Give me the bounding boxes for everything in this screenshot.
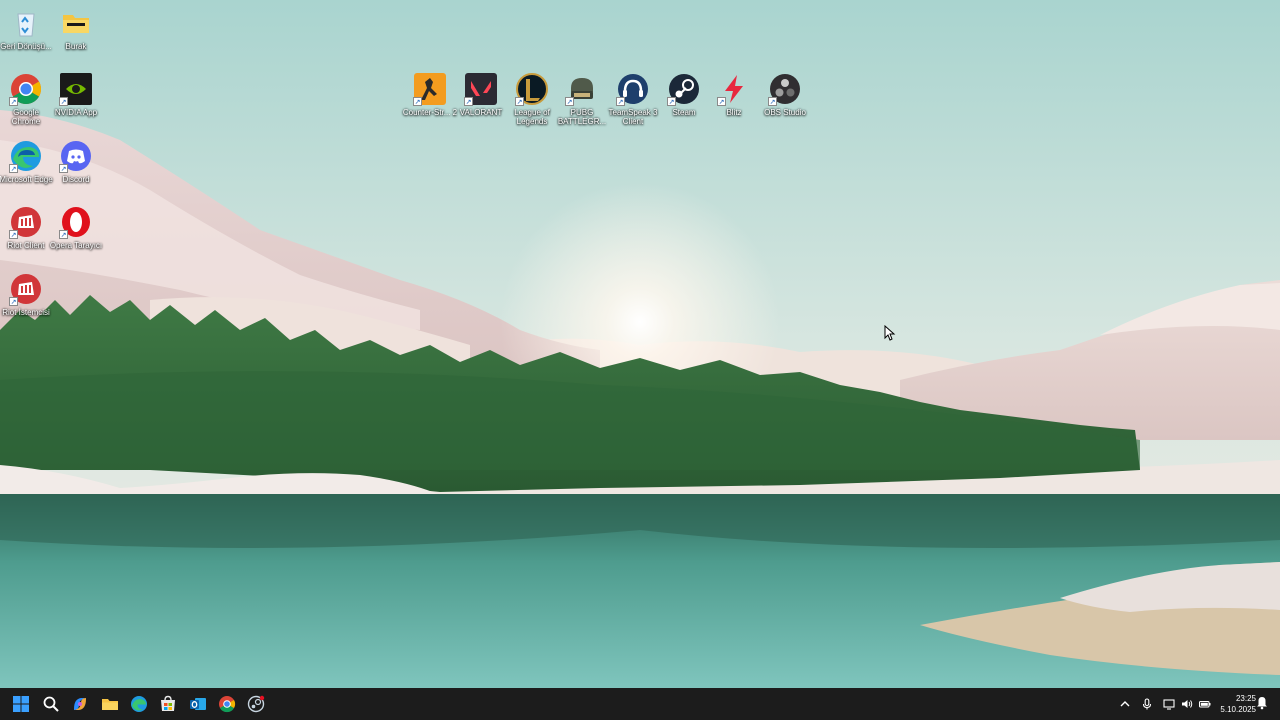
desktop-icon-label: VALORANT — [459, 108, 503, 117]
shortcut-arrow-icon: ↗ — [515, 97, 524, 106]
riot-client-icon: ↗ — [9, 272, 43, 306]
search-icon — [43, 696, 59, 712]
search-button[interactable] — [39, 692, 63, 716]
desktop-icon-nvidia-app[interactable]: ↗ NVIDIA App — [50, 72, 102, 117]
desktop-icon-label: Opera Tarayıcı — [49, 241, 103, 250]
display-button[interactable] — [1161, 696, 1177, 712]
desktop-icon-label: Geri Dönüşü... — [0, 42, 52, 51]
desktop-icon-label: League of Legends — [514, 108, 550, 126]
shortcut-arrow-icon: ↗ — [667, 97, 676, 106]
desktop-icon-teamspeak[interactable]: ↗ TeamSpeak 3 Client — [607, 72, 659, 126]
shortcut-arrow-icon: ↗ — [768, 97, 777, 106]
clock-date: 5.10.2025 — [1220, 705, 1256, 714]
teamspeak-icon: ↗ — [616, 72, 650, 106]
file-explorer-button[interactable] — [98, 692, 122, 716]
taskbar: 23:25 5.10.2025 — [0, 688, 1280, 720]
system-tray — [1117, 688, 1213, 720]
desktop-icon-label: PUBG BATTLEGR... — [557, 108, 607, 126]
chrome-icon — [219, 696, 236, 713]
shortcut-arrow-icon: ↗ — [717, 97, 726, 106]
desktop-icon-riot-istemcisi[interactable]: ↗ Riot İstemcisi — [0, 272, 52, 317]
desktop-icon-label: Riot İstemcisi — [2, 308, 50, 317]
desktop-icon-label: Blitz — [726, 108, 742, 117]
discord-icon: ↗ — [59, 139, 93, 173]
shortcut-arrow-icon: ↗ — [616, 97, 625, 106]
edge-icon — [131, 696, 147, 712]
file-explorer-icon — [102, 699, 118, 710]
desktop-icon-valorant[interactable]: ↗ VALORANT — [455, 72, 507, 117]
desktop-icon-counter-strike[interactable]: ↗ Counter-Str... 2 — [402, 72, 458, 117]
desktop-icon-label: NVIDIA App — [54, 108, 98, 117]
desktop-icon-discord[interactable]: ↗ Discord — [50, 139, 102, 184]
show-hidden-icons-button[interactable] — [1117, 696, 1133, 712]
counter-strike-icon: ↗ — [413, 72, 447, 106]
shortcut-arrow-icon: ↗ — [464, 97, 473, 106]
obs-icon: ↗ — [768, 72, 802, 106]
volume-button[interactable] — [1179, 696, 1195, 712]
desktop-icon-label: Microsoft Edge — [0, 175, 53, 184]
chevron-up-icon — [1120, 701, 1130, 707]
riot-client-icon: ↗ — [9, 205, 43, 239]
shortcut-arrow-icon: ↗ — [9, 97, 18, 106]
opera-icon: ↗ — [59, 205, 93, 239]
pubg-icon: ↗ — [565, 72, 599, 106]
shortcut-arrow-icon: ↗ — [565, 97, 574, 106]
desktop-icon-label: Riot Client — [7, 241, 45, 250]
start-button[interactable] — [9, 692, 33, 716]
shortcut-arrow-icon: ↗ — [9, 297, 18, 306]
desktop-icon-obs-studio[interactable]: ↗ OBS Studio — [759, 72, 811, 117]
desktop-icon-label: Steam — [672, 108, 696, 117]
desktop-icon-label: Burak — [65, 42, 87, 51]
steam-icon — [247, 695, 265, 713]
shortcut-arrow-icon: ↗ — [9, 164, 18, 173]
steam-icon: ↗ — [667, 72, 701, 106]
start-icon — [13, 696, 29, 712]
shortcut-arrow-icon: ↗ — [59, 164, 68, 173]
chrome-icon: ↗ — [9, 72, 43, 106]
league-of-legends-icon: ↗ — [515, 72, 549, 106]
desktop-icon-league-of-legends[interactable]: ↗ League of Legends — [506, 72, 558, 126]
microphone-button[interactable] — [1139, 696, 1155, 712]
microphone-icon — [1142, 698, 1152, 710]
edge-taskbar-button[interactable] — [127, 692, 151, 716]
desktop-icon-label: Counter-Str... 2 — [402, 108, 458, 117]
desktop-icon-label: TeamSpeak 3 Client — [608, 108, 658, 126]
desktop-icon-blitz[interactable]: ↗ Blitz — [708, 72, 760, 117]
clock-time: 23:25 — [1235, 694, 1256, 703]
outlook-button[interactable] — [186, 692, 210, 716]
steam-taskbar-button[interactable] — [244, 692, 268, 716]
desktop-icon-label: OBS Studio — [764, 108, 806, 117]
desktop-icon-opera[interactable]: ↗ Opera Tarayıcı — [50, 205, 102, 250]
blitz-icon: ↗ — [717, 72, 751, 106]
desktop-icon-label: Google Chrome — [11, 108, 41, 126]
shortcut-arrow-icon: ↗ — [413, 97, 422, 106]
notification-bell-icon[interactable] — [1256, 696, 1268, 710]
clock[interactable]: 23:25 5.10.2025 — [1210, 693, 1256, 715]
shortcut-arrow-icon: ↗ — [59, 230, 68, 239]
recycle-bin-icon — [9, 6, 43, 40]
folder-icon — [59, 6, 93, 40]
outlook-icon — [190, 698, 206, 710]
mouse-cursor-icon — [884, 325, 896, 341]
display-icon — [1163, 699, 1175, 710]
desktop-icon-burak[interactable]: Burak — [50, 6, 102, 51]
desktop-icon-pubg[interactable]: ↗ PUBG BATTLEGR... — [556, 72, 608, 126]
nvidia-icon: ↗ — [59, 72, 93, 106]
desktop-icon-microsoft-edge[interactable]: ↗ Microsoft Edge — [0, 139, 53, 184]
chrome-taskbar-button[interactable] — [215, 692, 239, 716]
store-button[interactable] — [156, 692, 180, 716]
shortcut-arrow-icon: ↗ — [59, 97, 68, 106]
copilot-button[interactable] — [68, 692, 92, 716]
speaker-icon — [1182, 700, 1193, 708]
store-icon — [161, 695, 175, 711]
desktop-icon-label: Discord — [62, 175, 90, 184]
desktop-icon-google-chrome[interactable]: ↗ Google Chrome — [0, 72, 52, 126]
shortcut-arrow-icon: ↗ — [9, 230, 18, 239]
valorant-icon: ↗ — [464, 72, 498, 106]
desktop-icon-riot-client[interactable]: ↗ Riot Client — [0, 205, 52, 250]
edge-icon: ↗ — [9, 139, 43, 173]
copilot-icon — [74, 698, 86, 710]
desktop-icon-steam[interactable]: ↗ Steam — [658, 72, 710, 117]
desktop-icon-recycle-bin[interactable]: Geri Dönüşü... — [0, 6, 52, 51]
